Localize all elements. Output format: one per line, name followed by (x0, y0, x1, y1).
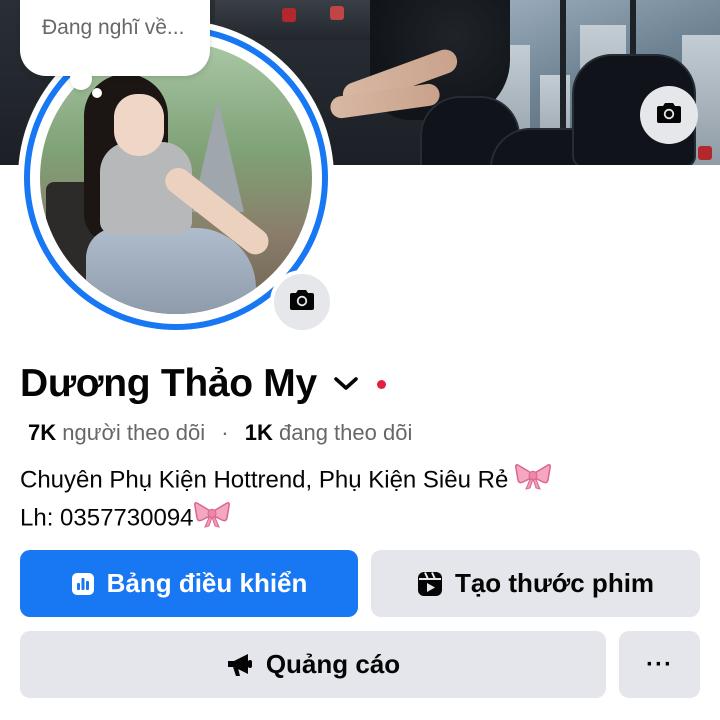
stats-separator: · (221, 420, 229, 445)
followers-count[interactable]: 7K (28, 420, 56, 445)
dashboard-label: Bảng điều khiển (106, 568, 308, 598)
note-placeholder: Đang nghĩ về... (42, 16, 185, 39)
reel-icon (417, 571, 443, 597)
camera-icon (289, 289, 315, 316)
bio-line-1: Chuyên Phụ Kiện Hottrend, Phụ Kiện Siêu … (20, 466, 509, 494)
create-reel-button[interactable]: Tạo thước phim (371, 550, 700, 617)
more-options-button[interactable]: ··· (619, 631, 700, 698)
bio-line-2: Lh: 0357730094 (20, 504, 194, 532)
following-label[interactable]: đang theo dõi (279, 420, 412, 445)
follow-stats: 7K người theo dõi · 1K đang theo dõi (28, 420, 412, 446)
more-icon: ··· (646, 650, 673, 678)
edit-avatar-button[interactable] (270, 270, 334, 334)
ads-label: Quảng cáo (265, 649, 401, 679)
chevron-down-icon[interactable] (333, 376, 359, 392)
ribbon-bow-icon (193, 500, 230, 538)
bar-chart-icon (71, 572, 95, 596)
megaphone-icon (226, 652, 254, 678)
cover-decor (330, 6, 344, 20)
profile-page: Đang nghĩ về... Dương Thảo My 7K người t… (0, 0, 720, 720)
followers-label[interactable]: người theo dõi (62, 420, 205, 445)
edit-cover-button[interactable] (640, 86, 698, 144)
note-bubble[interactable]: Đang nghĩ về... (20, 0, 210, 76)
cover-decor (282, 8, 296, 22)
cover-decor (698, 146, 712, 160)
note-bubble-tail (92, 88, 102, 98)
create-reel-label: Tạo thước phim (454, 568, 655, 598)
profile-name: Dương Thảo My (20, 362, 317, 405)
note-bubble-tail (70, 68, 92, 90)
dashboard-button[interactable]: Bảng điều khiển (20, 550, 358, 617)
status-dot (376, 379, 386, 389)
following-count[interactable]: 1K (245, 420, 273, 445)
camera-icon (656, 102, 682, 129)
ribbon-bow-icon (514, 462, 551, 500)
ads-button[interactable]: Quảng cáo (20, 631, 606, 698)
profile-bio: Chuyên Phụ Kiện Hottrend, Phụ Kiện Siêu … (20, 462, 551, 538)
profile-name-row: Dương Thảo My (20, 362, 386, 406)
